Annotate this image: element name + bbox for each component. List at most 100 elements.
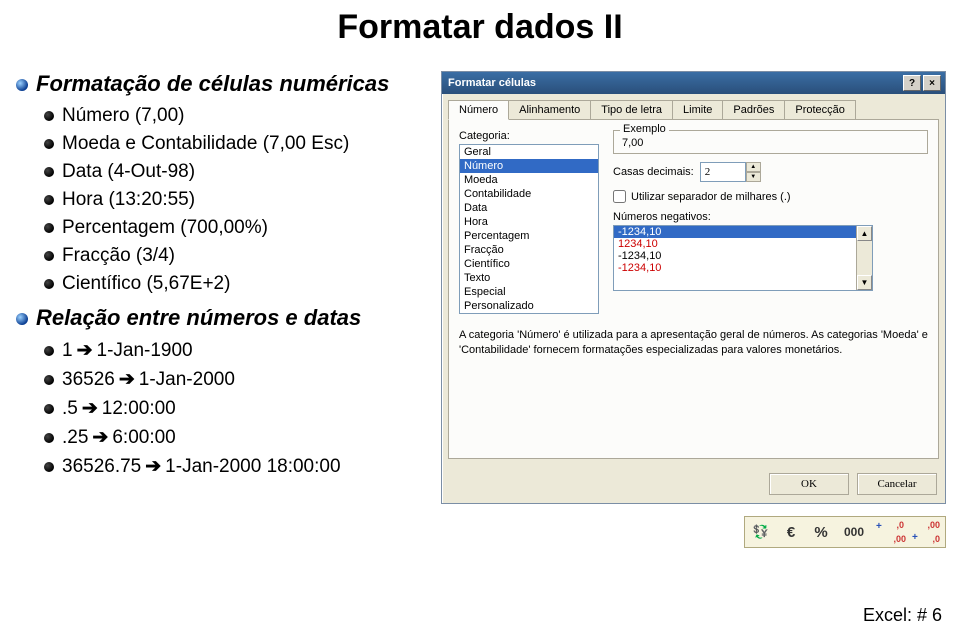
category-option[interactable]: Moeda bbox=[460, 173, 598, 187]
list-item: Fracção (3/4) bbox=[44, 245, 431, 267]
section-heading: Formatação de células numéricas bbox=[16, 71, 431, 97]
bullet-icon bbox=[16, 313, 28, 325]
map-left: 1 bbox=[62, 340, 73, 361]
page-title: Formatar dados II bbox=[0, 0, 960, 47]
comma-style-icon[interactable]: 000 bbox=[836, 518, 872, 546]
ok-button[interactable]: OK bbox=[769, 473, 849, 495]
category-option[interactable]: Percentagem bbox=[460, 229, 598, 243]
scroll-up-icon[interactable]: ▲ bbox=[857, 226, 872, 241]
map-left: 36526.75 bbox=[62, 456, 141, 477]
close-button[interactable]: × bbox=[923, 75, 941, 91]
decimals-spinner[interactable]: ▲ ▼ bbox=[700, 162, 761, 182]
category-listbox[interactable]: Geral Número Moeda Contabilidade Data Ho… bbox=[459, 144, 599, 314]
category-option[interactable]: Especial bbox=[460, 285, 598, 299]
bullet-icon bbox=[44, 462, 54, 472]
category-option[interactable]: Fracção bbox=[460, 243, 598, 257]
currency-style-icon[interactable]: 💱 bbox=[746, 518, 776, 546]
tab-limite[interactable]: Limite bbox=[672, 100, 723, 119]
increase-decimal-icon[interactable]: + ,0 ,00 bbox=[872, 518, 908, 546]
thousands-separator-checkbox[interactable] bbox=[613, 190, 626, 203]
bullet-icon bbox=[44, 279, 54, 289]
tab-strip: Número Alinhamento Tipo de letra Limite … bbox=[442, 94, 945, 119]
list-item: 36526➔1-Jan-2000 bbox=[44, 368, 431, 391]
bullet-icon bbox=[44, 251, 54, 261]
outline-column: Formatação de células numéricas Número (… bbox=[16, 71, 431, 548]
bullet-icon bbox=[44, 167, 54, 177]
decimals-input[interactable] bbox=[700, 162, 746, 182]
item-text: Número (7,00) bbox=[62, 105, 185, 126]
category-option[interactable]: Científico bbox=[460, 257, 598, 271]
euro-icon[interactable]: € bbox=[776, 518, 806, 546]
cancel-button[interactable]: Cancelar bbox=[857, 473, 937, 495]
list-item: Moeda e Contabilidade (7,00 Esc) bbox=[44, 133, 431, 155]
list-item: Número (7,00) bbox=[44, 105, 431, 127]
tab-alinhamento[interactable]: Alinhamento bbox=[508, 100, 591, 119]
category-option[interactable]: Contabilidade bbox=[460, 187, 598, 201]
example-group-label: Exemplo bbox=[620, 123, 669, 135]
map-right: 1-Jan-2000 18:00:00 bbox=[165, 456, 340, 477]
bullet-icon bbox=[44, 433, 54, 443]
example-value: 7,00 bbox=[622, 137, 643, 149]
help-button[interactable]: ? bbox=[903, 75, 921, 91]
list-item: .5➔12:00:00 bbox=[44, 397, 431, 420]
tab-tipo-de-letra[interactable]: Tipo de letra bbox=[590, 100, 673, 119]
negative-numbers-listbox[interactable]: -1234,10 1234,10 -1234,10 -1234,10 ▲ ▼ bbox=[613, 225, 873, 291]
section-heading: Relação entre números e datas bbox=[16, 305, 431, 331]
category-option[interactable]: Hora bbox=[460, 215, 598, 229]
category-option[interactable]: Data bbox=[460, 201, 598, 215]
tab-proteccao[interactable]: Protecção bbox=[784, 100, 856, 119]
percent-icon[interactable]: % bbox=[806, 518, 836, 546]
tab-numero[interactable]: Número bbox=[448, 100, 509, 120]
scroll-down-icon[interactable]: ▼ bbox=[857, 275, 872, 290]
spinner-down-icon[interactable]: ▼ bbox=[746, 172, 761, 182]
category-option[interactable]: Geral bbox=[460, 145, 598, 159]
bullet-icon bbox=[16, 79, 28, 91]
item-text: Fracção (3/4) bbox=[62, 245, 175, 266]
list-item: Data (4-Out-98) bbox=[44, 161, 431, 183]
map-right: 1-Jan-2000 bbox=[139, 369, 235, 390]
list-item: 36526.75➔1-Jan-2000 18:00:00 bbox=[44, 455, 431, 478]
decrease-decimal-icon[interactable]: ,00 + ,0 bbox=[908, 518, 944, 546]
bullet-icon bbox=[44, 346, 54, 356]
negative-option[interactable]: -1234,10 bbox=[614, 226, 872, 238]
example-group: Exemplo 7,00 bbox=[613, 130, 928, 154]
map-right: 6:00:00 bbox=[112, 427, 175, 448]
tab-panel: Categoria: Geral Número Moeda Contabilid… bbox=[448, 119, 939, 459]
list-item: Percentagem (700,00%) bbox=[44, 217, 431, 239]
spinner-up-icon[interactable]: ▲ bbox=[746, 162, 761, 172]
negative-option[interactable]: -1234,10 bbox=[614, 262, 872, 274]
arrow-icon: ➔ bbox=[73, 340, 97, 361]
negative-option[interactable]: 1234,10 bbox=[614, 238, 872, 250]
negative-option[interactable]: -1234,10 bbox=[614, 250, 872, 262]
item-text: Moeda e Contabilidade (7,00 Esc) bbox=[62, 133, 349, 154]
dialog-titlebar[interactable]: Formatar células ? × bbox=[442, 72, 945, 94]
map-right: 12:00:00 bbox=[102, 398, 176, 419]
section-title-text: Relação entre números e datas bbox=[36, 305, 361, 330]
category-description: A categoria 'Número' é utilizada para a … bbox=[459, 328, 928, 358]
arrow-icon: ➔ bbox=[115, 369, 139, 390]
category-option[interactable]: Texto bbox=[460, 271, 598, 285]
list-item: .25➔6:00:00 bbox=[44, 426, 431, 449]
category-label: Categoria: bbox=[459, 130, 599, 142]
bullet-icon bbox=[44, 139, 54, 149]
section-title-text: Formatação de células numéricas bbox=[36, 71, 389, 96]
map-right: 1-Jan-1900 bbox=[97, 340, 193, 361]
bullet-icon bbox=[44, 223, 54, 233]
thousands-separator-label: Utilizar separador de milhares (.) bbox=[631, 191, 791, 203]
list-item: Hora (13:20:55) bbox=[44, 189, 431, 211]
item-text: Data (4-Out-98) bbox=[62, 161, 195, 182]
bullet-icon bbox=[44, 404, 54, 414]
negatives-label: Números negativos: bbox=[613, 211, 928, 223]
dialog-title: Formatar células bbox=[448, 77, 901, 89]
list-item: Científico (5,67E+2) bbox=[44, 273, 431, 295]
format-cells-dialog: Formatar células ? × Número Alinhamento … bbox=[441, 71, 946, 504]
bullet-icon bbox=[44, 111, 54, 121]
item-text: Hora (13:20:55) bbox=[62, 189, 195, 210]
list-item: 1➔1-Jan-1900 bbox=[44, 339, 431, 362]
tab-padroes[interactable]: Padrões bbox=[722, 100, 785, 119]
scrollbar[interactable]: ▲ ▼ bbox=[856, 226, 872, 290]
map-left: .25 bbox=[62, 427, 88, 448]
category-option[interactable]: Personalizado bbox=[460, 299, 598, 313]
item-text: Percentagem (700,00%) bbox=[62, 217, 268, 238]
category-option[interactable]: Número bbox=[460, 159, 598, 173]
